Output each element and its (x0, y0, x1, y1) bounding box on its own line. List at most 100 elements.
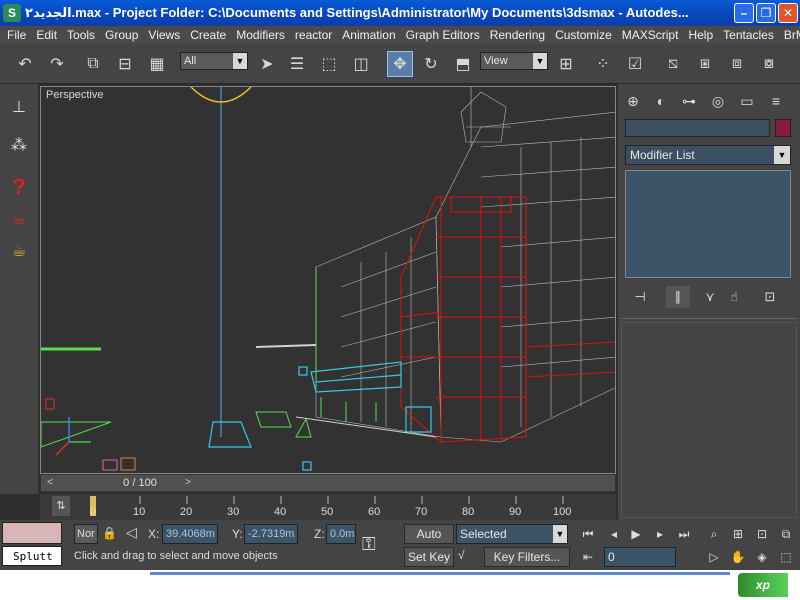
display-tab-icon[interactable]: ▭ (735, 90, 759, 112)
rotate-icon[interactable]: ↻ (418, 51, 444, 77)
menu-tools[interactable]: Tools (62, 28, 100, 42)
menu-group[interactable]: Group (100, 28, 143, 42)
menu-file[interactable]: File (2, 28, 31, 42)
menu-customize[interactable]: Customize (550, 28, 617, 42)
select-link-icon[interactable]: ⧉ (80, 51, 106, 77)
maximize-viewport-icon[interactable]: ⬚ (776, 547, 796, 567)
viewport-label[interactable]: Perspective (46, 89, 103, 101)
zoom-icon[interactable]: ⌕ (704, 524, 724, 544)
menu-graph-editors[interactable]: Graph Editors (401, 28, 485, 42)
menu-rendering[interactable]: Rendering (485, 28, 550, 42)
taskbar-stripe (150, 572, 730, 575)
ref-coord-dropdown[interactable]: View ▼ (480, 52, 548, 70)
minimize-button[interactable]: – (734, 3, 754, 23)
unlink-icon[interactable]: ⊟ (112, 51, 138, 77)
key-filters-button[interactable]: Key Filters... (484, 547, 570, 567)
menu-reactor[interactable]: reactor (290, 28, 337, 42)
prev-frame-button[interactable]: < (43, 475, 57, 491)
snap-icon[interactable]: ⁘ (590, 51, 616, 77)
zoom-extents-icon[interactable]: ⊡ (752, 524, 772, 544)
frame-indicator[interactable]: 0 / 100 (95, 476, 185, 490)
pin-stack-icon[interactable]: ⊣ (628, 286, 652, 308)
maxscript-listener[interactable]: Splutt (2, 546, 62, 566)
curve-editor-icon[interactable]: ⧇ (756, 51, 782, 77)
x-coordinate-field[interactable]: 39.4068m (162, 524, 218, 544)
next-key-icon[interactable]: ▸ (650, 524, 670, 544)
menu-edit[interactable]: Edit (31, 28, 62, 42)
app-logo-icon[interactable]: S (3, 4, 21, 22)
align-icon[interactable]: ⧆ (692, 51, 718, 77)
teapot-gold-icon[interactable]: ☕ (6, 238, 32, 264)
time-slider[interactable]: < 0 / 100 > (40, 474, 616, 492)
goto-end-icon[interactable]: ⏭ (674, 524, 694, 544)
modifier-stack[interactable] (625, 170, 791, 278)
prev-key-icon[interactable]: ◂ (604, 524, 624, 544)
layer-icon[interactable]: ⧈ (724, 51, 750, 77)
key-icon[interactable]: ⚿ (362, 534, 376, 555)
orbit-icon[interactable]: ◈ (752, 547, 772, 567)
tick-label: 80 (462, 506, 475, 518)
selection-filter-dropdown[interactable]: All ▼ (180, 52, 248, 70)
zoom-extents-all-icon[interactable]: ⧉ (776, 524, 796, 544)
selection-set-field[interactable]: Nor (74, 524, 98, 544)
close-button[interactable]: ✕ (778, 3, 798, 23)
particle-icon[interactable]: ⁂ (6, 132, 32, 158)
next-frame-button[interactable]: > (181, 475, 195, 491)
goto-start-icon[interactable]: ⏮ (578, 524, 598, 544)
grid-icon[interactable]: ⊥ (6, 94, 32, 120)
menu-help[interactable]: Help (683, 28, 718, 42)
pivot-icon[interactable]: ⊞ (553, 51, 579, 77)
modify-tab-icon[interactable]: ◐ (649, 90, 673, 112)
pan-icon[interactable]: ✋ (728, 547, 748, 567)
teapot-icon[interactable]: ☕ (6, 206, 32, 232)
mirror-icon[interactable]: ⧅ (660, 51, 686, 77)
named-selection-icon[interactable]: ☑ (622, 51, 648, 77)
configure-sets-icon[interactable]: ⊡ (758, 286, 782, 308)
absolute-mode-icon[interactable]: ◁ (126, 524, 137, 541)
redo-icon[interactable]: ↷ (44, 51, 70, 77)
motion-tab-icon[interactable]: ◎ (706, 90, 730, 112)
rect-select-icon[interactable]: ⬚ (316, 51, 342, 77)
current-frame-field[interactable]: 0 (604, 547, 676, 567)
object-name-field[interactable] (625, 119, 770, 137)
object-color-swatch[interactable] (775, 119, 791, 137)
help-icon[interactable]: ? (6, 174, 32, 200)
menu-tentacles[interactable]: Tentacles (718, 28, 779, 42)
hierarchy-tab-icon[interactable]: ⊶ (677, 90, 701, 112)
z-coordinate-field[interactable]: 0.0m (326, 524, 356, 544)
modifier-list-dropdown[interactable]: Modifier List ▼ (625, 145, 791, 165)
make-unique-icon[interactable]: ⋎ (698, 286, 722, 308)
menu-modifiers[interactable]: Modifiers (231, 28, 290, 42)
zoom-all-icon[interactable]: ⊞ (728, 524, 748, 544)
select-object-icon[interactable]: ➤ (254, 51, 280, 77)
menu-brmax[interactable]: BrMax (779, 28, 800, 42)
lock-icon[interactable]: 🔒 (102, 526, 117, 540)
bind-spacewarp-icon[interactable]: ▦ (144, 51, 170, 77)
auto-key-button[interactable]: Auto Key (404, 524, 454, 559)
menu-create[interactable]: Create (185, 28, 231, 42)
menu-views[interactable]: Views (143, 28, 185, 42)
key-tangent-icon[interactable]: √ (458, 548, 465, 562)
key-mode-toggle-icon[interactable]: ⇤ (578, 547, 598, 567)
window-crossing-icon[interactable]: ◫ (348, 51, 374, 77)
track-bar[interactable]: ⇅ 0 10 20 30 40 50 60 70 80 90 100 (40, 494, 616, 520)
move-icon[interactable]: ✥ (387, 51, 413, 77)
remove-modifier-icon[interactable]: ☝ (722, 286, 746, 308)
scene-color-swatch[interactable] (2, 522, 62, 544)
restore-button[interactable]: ❐ (756, 3, 776, 23)
select-by-name-icon[interactable]: ☰ (284, 51, 310, 77)
y-coordinate-field[interactable]: -2.7319m (244, 524, 298, 544)
fov-icon[interactable]: ▷ (704, 547, 724, 567)
set-key-button[interactable]: Set Key (404, 547, 454, 567)
menu-animation[interactable]: Animation (337, 28, 400, 42)
undo-icon[interactable]: ↶ (12, 51, 38, 77)
utilities-tab-icon[interactable]: ≡ (764, 90, 788, 112)
play-icon[interactable]: ▶ (626, 524, 646, 544)
key-mode-dropdown[interactable]: Selected ▼ (456, 524, 568, 544)
menu-maxscript[interactable]: MAXScript (617, 28, 684, 42)
show-end-result-icon[interactable]: ∥ (666, 286, 690, 308)
start-button[interactable]: xp (738, 573, 788, 597)
create-tab-icon[interactable]: ⊕ (621, 90, 645, 112)
scale-icon[interactable]: ⬒ (450, 51, 476, 77)
perspective-viewport[interactable]: Perspective (40, 86, 616, 474)
